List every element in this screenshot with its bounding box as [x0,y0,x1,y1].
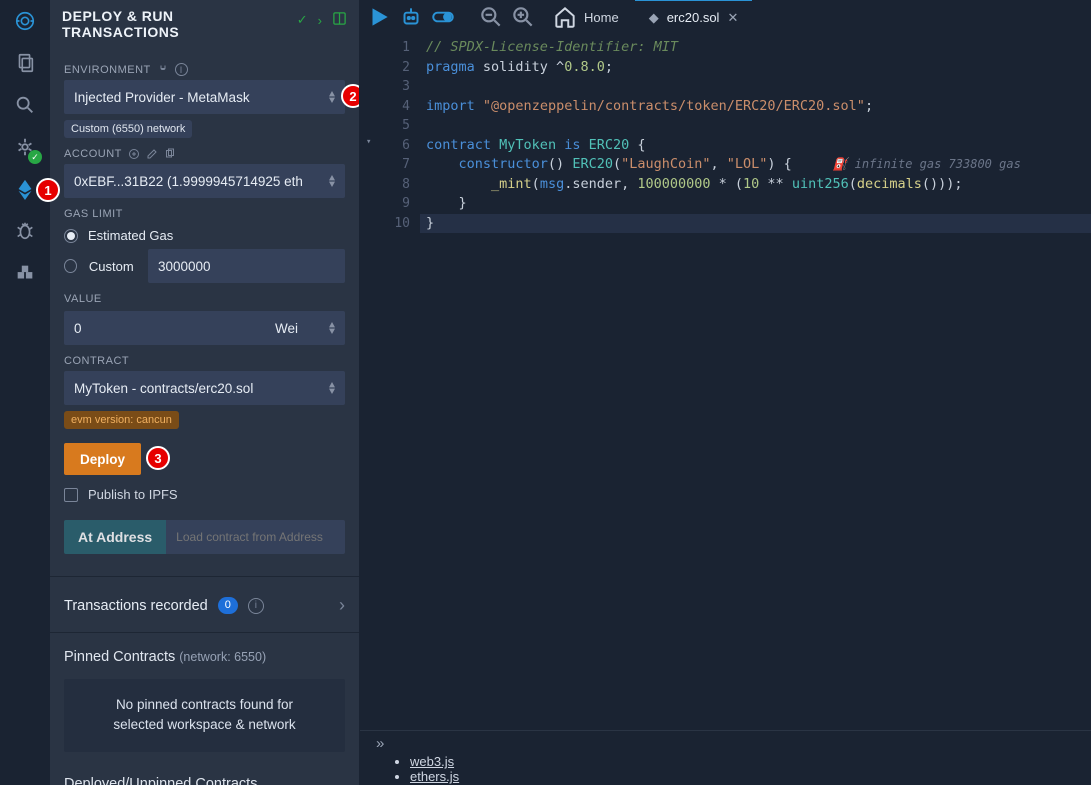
value-input[interactable] [64,311,265,345]
plus-icon[interactable] [128,148,140,160]
search-icon[interactable] [14,94,36,116]
account-select[interactable]: 0xEBF...31B22 (1.9999945714925 eth [64,164,345,198]
edit-icon[interactable] [146,148,158,160]
gas-custom-text: Custom [89,259,136,274]
deploy-button[interactable]: Deploy [64,443,141,475]
tx-count-badge: 0 [218,597,238,614]
editor-toolbar: Home ◆ erc20.sol ✕ [360,0,1091,34]
gas-limit-label: GAS LIMIT [64,208,345,220]
editor-footer: » web3.js ethers.js [360,730,1091,785]
gas-custom-radio[interactable] [64,259,77,273]
panel-title: DEPLOY & RUNTRANSACTIONS [62,8,179,40]
chevron-right-icon[interactable]: › [318,13,322,28]
icon-sidebar: ✓ 1 [0,0,50,785]
info-icon[interactable]: i [248,598,264,614]
line-gutter: 1 2 3 4 5 6 7 8 9 10 ▾ [360,34,420,730]
run-icon[interactable] [366,4,392,30]
at-address-button[interactable]: At Address [64,520,166,554]
environment-select[interactable]: Injected Provider - MetaMask [64,80,345,114]
account-label: ACCOUNT [64,148,345,160]
plug-icon [157,64,169,76]
network-pill: Custom (6550) network [64,120,192,138]
value-label: VALUE [64,293,345,305]
close-tab-icon[interactable]: ✕ [727,10,738,26]
evm-version-pill: evm version: cancun [64,411,179,429]
chevron-right-icon: › [339,595,345,616]
at-address-input[interactable] [166,520,345,554]
deploy-panel: DEPLOY & RUNTRANSACTIONS ✓ › ENVIRONMENT… [50,0,360,785]
gas-estimated-radio[interactable] [64,229,78,243]
gas-hint: ⛽ infinite gas 733800 gas [832,157,1020,171]
compiler-ok-badge: ✓ [28,150,42,164]
publish-ipfs-checkbox[interactable] [64,488,78,502]
annotation-3: 3 [146,446,170,470]
solidity-file-icon: ◆ [649,10,659,26]
annotation-2: 2 [341,84,359,108]
pinned-contracts-title: Pinned Contracts (network: 6550) [64,633,345,667]
contract-select[interactable]: MyToken - contracts/erc20.sol [64,371,345,405]
robot-icon[interactable] [398,4,424,30]
expand-terminal-icon[interactable]: » [376,735,384,752]
copy-icon[interactable] [164,148,176,160]
pinned-empty-message: No pinned contracts found forselected wo… [64,679,345,752]
environment-label: ENVIRONMENT i [64,63,345,76]
zoom-out-icon[interactable] [478,4,504,30]
plugin-icon[interactable] [14,262,36,284]
check-icon[interactable]: ✓ [297,12,308,28]
publish-ipfs-label: Publish to IPFS [88,487,178,502]
layout-icon[interactable] [332,11,347,29]
gas-estimated-text: Estimated Gas [88,228,173,243]
code-area[interactable]: 1 2 3 4 5 6 7 8 9 10 ▾ // SPDX-License-I… [360,34,1091,730]
transactions-recorded-row[interactable]: Transactions recorded 0 i › [64,577,345,624]
footer-link-web3[interactable]: web3.js [410,754,1075,769]
logo-icon[interactable] [14,10,36,32]
tab-erc20[interactable]: ◆ erc20.sol ✕ [635,0,753,34]
zoom-in-icon[interactable] [510,4,536,30]
value-unit-select[interactable]: Wei [265,311,345,345]
debugger-icon[interactable] [14,220,36,242]
annotation-1: 1 [36,178,60,202]
toggle-icon[interactable] [430,4,456,30]
fold-caret-icon[interactable]: ▾ [366,133,371,153]
compiler-icon[interactable]: ✓ [14,136,36,158]
panel-header: DEPLOY & RUNTRANSACTIONS ✓ › [50,0,359,48]
footer-link-ethers[interactable]: ethers.js [410,769,1075,784]
files-icon[interactable] [14,52,36,74]
home-tab[interactable]: Home [542,4,629,30]
deploy-icon[interactable]: 1 [14,178,36,200]
deployed-contracts-title: Deployed/Unpinned Contracts [64,752,345,785]
editor-pane: Home ◆ erc20.sol ✕ 1 2 3 4 5 6 7 8 9 10 … [360,0,1091,785]
code-content[interactable]: // SPDX-License-Identifier: MIT pragma s… [420,34,1091,730]
info-icon[interactable]: i [175,63,188,76]
contract-label: CONTRACT [64,355,345,367]
gas-custom-input[interactable] [148,249,345,283]
